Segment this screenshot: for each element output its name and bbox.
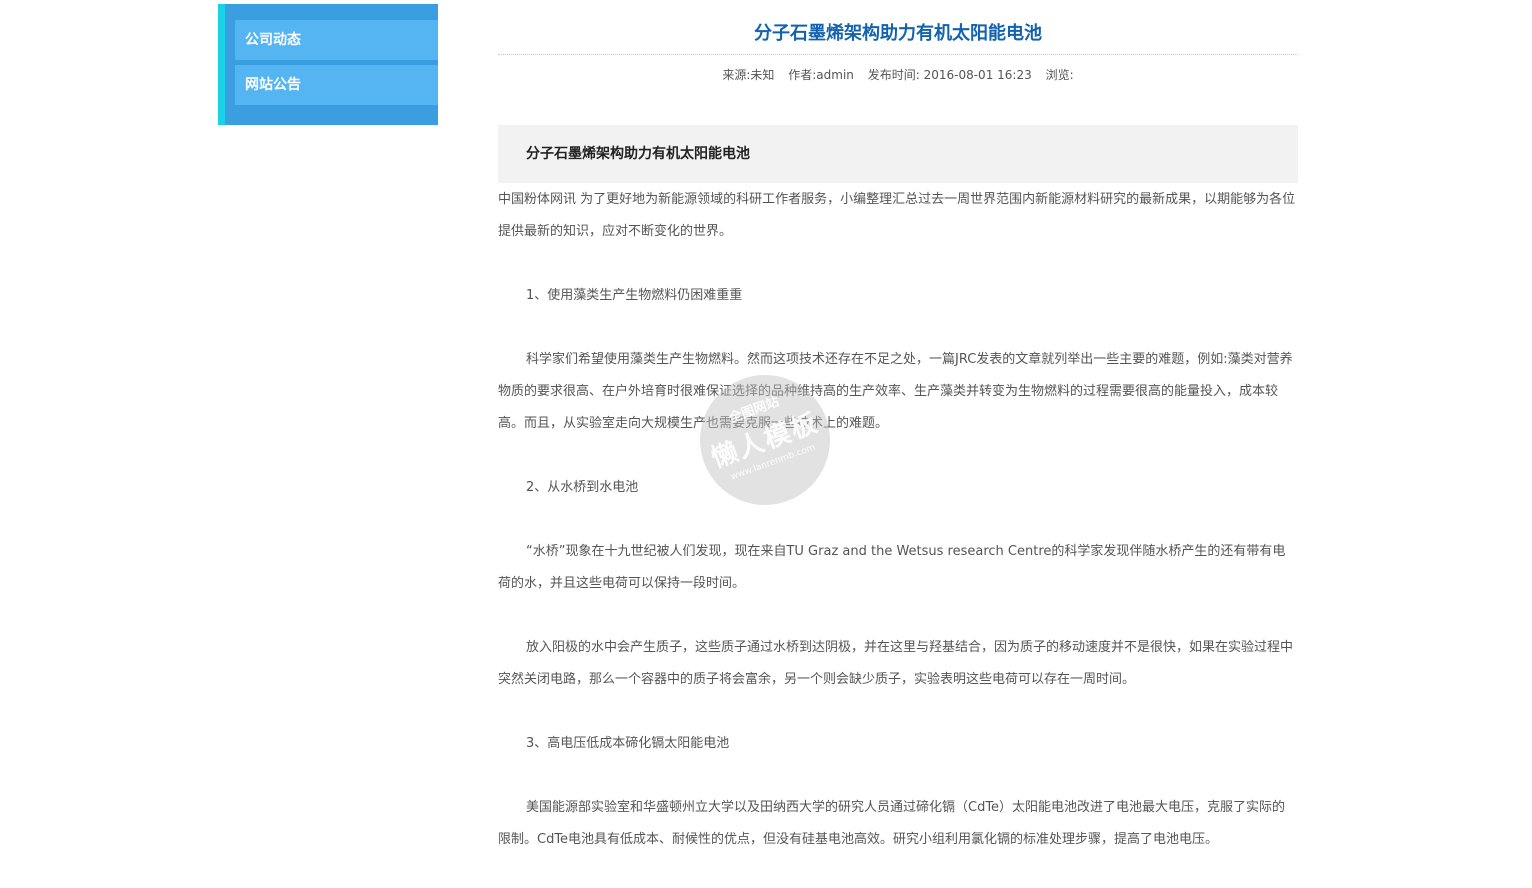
article-meta: 来源:未知 作者:admin 发布时间: 2016-08-01 16:23 浏览…: [498, 67, 1298, 83]
article-body: 中国粉体网讯 为了更好地为新能源领域的科研工作者服务，小编整理汇总过去一周世界范…: [498, 184, 1298, 856]
article-section-heading: 3、高电压低成本碲化镉太阳能电池: [526, 736, 730, 751]
sidebar: 公司动态 网站公告: [218, 4, 438, 125]
article-section-heading: 1、使用藻类生产生物燃料仍困难重重: [526, 288, 743, 303]
meta-published: 发布时间: 2016-08-01 16:23: [867, 68, 1032, 82]
article-paragraph: 科学家们希望使用藻类生产生物燃料。然而这项技术还存在不足之处，一篇JRC发表的文…: [498, 352, 1293, 431]
article-paragraph: 美国能源部实验室和华盛顿州立大学以及田纳西大学的研究人员通过碲化镉（CdTe）太…: [498, 800, 1286, 847]
sidebar-item-company-news[interactable]: 公司动态: [235, 20, 438, 60]
article: 分子石墨烯架构助力有机太阳能电池 来源:未知 作者:admin 发布时间: 20…: [498, 0, 1298, 888]
article-subhead: 分子石墨烯架构助力有机太阳能电池: [498, 125, 1298, 183]
meta-author: 作者:admin: [788, 68, 854, 82]
article-section-heading: 2、从水桥到水电池: [526, 480, 639, 495]
article-paragraph: “水桥”现象在十九世纪被人们发现，现在来自TU Graz and the Wet…: [498, 544, 1286, 591]
sidebar-item-site-notice[interactable]: 网站公告: [235, 65, 438, 105]
meta-views: 浏览:: [1045, 68, 1074, 82]
article-paragraph: 放入阳极的水中会产生质子，这些质子通过水桥到达阴极，并在这里与羟基结合，因为质子…: [498, 640, 1294, 687]
meta-source: 来源:未知: [722, 68, 775, 82]
article-paragraph: 中国粉体网讯 为了更好地为新能源领域的科研工作者服务，小编整理汇总过去一周世界范…: [498, 192, 1296, 239]
article-title: 分子石墨烯架构助力有机太阳能电池: [498, 0, 1298, 55]
